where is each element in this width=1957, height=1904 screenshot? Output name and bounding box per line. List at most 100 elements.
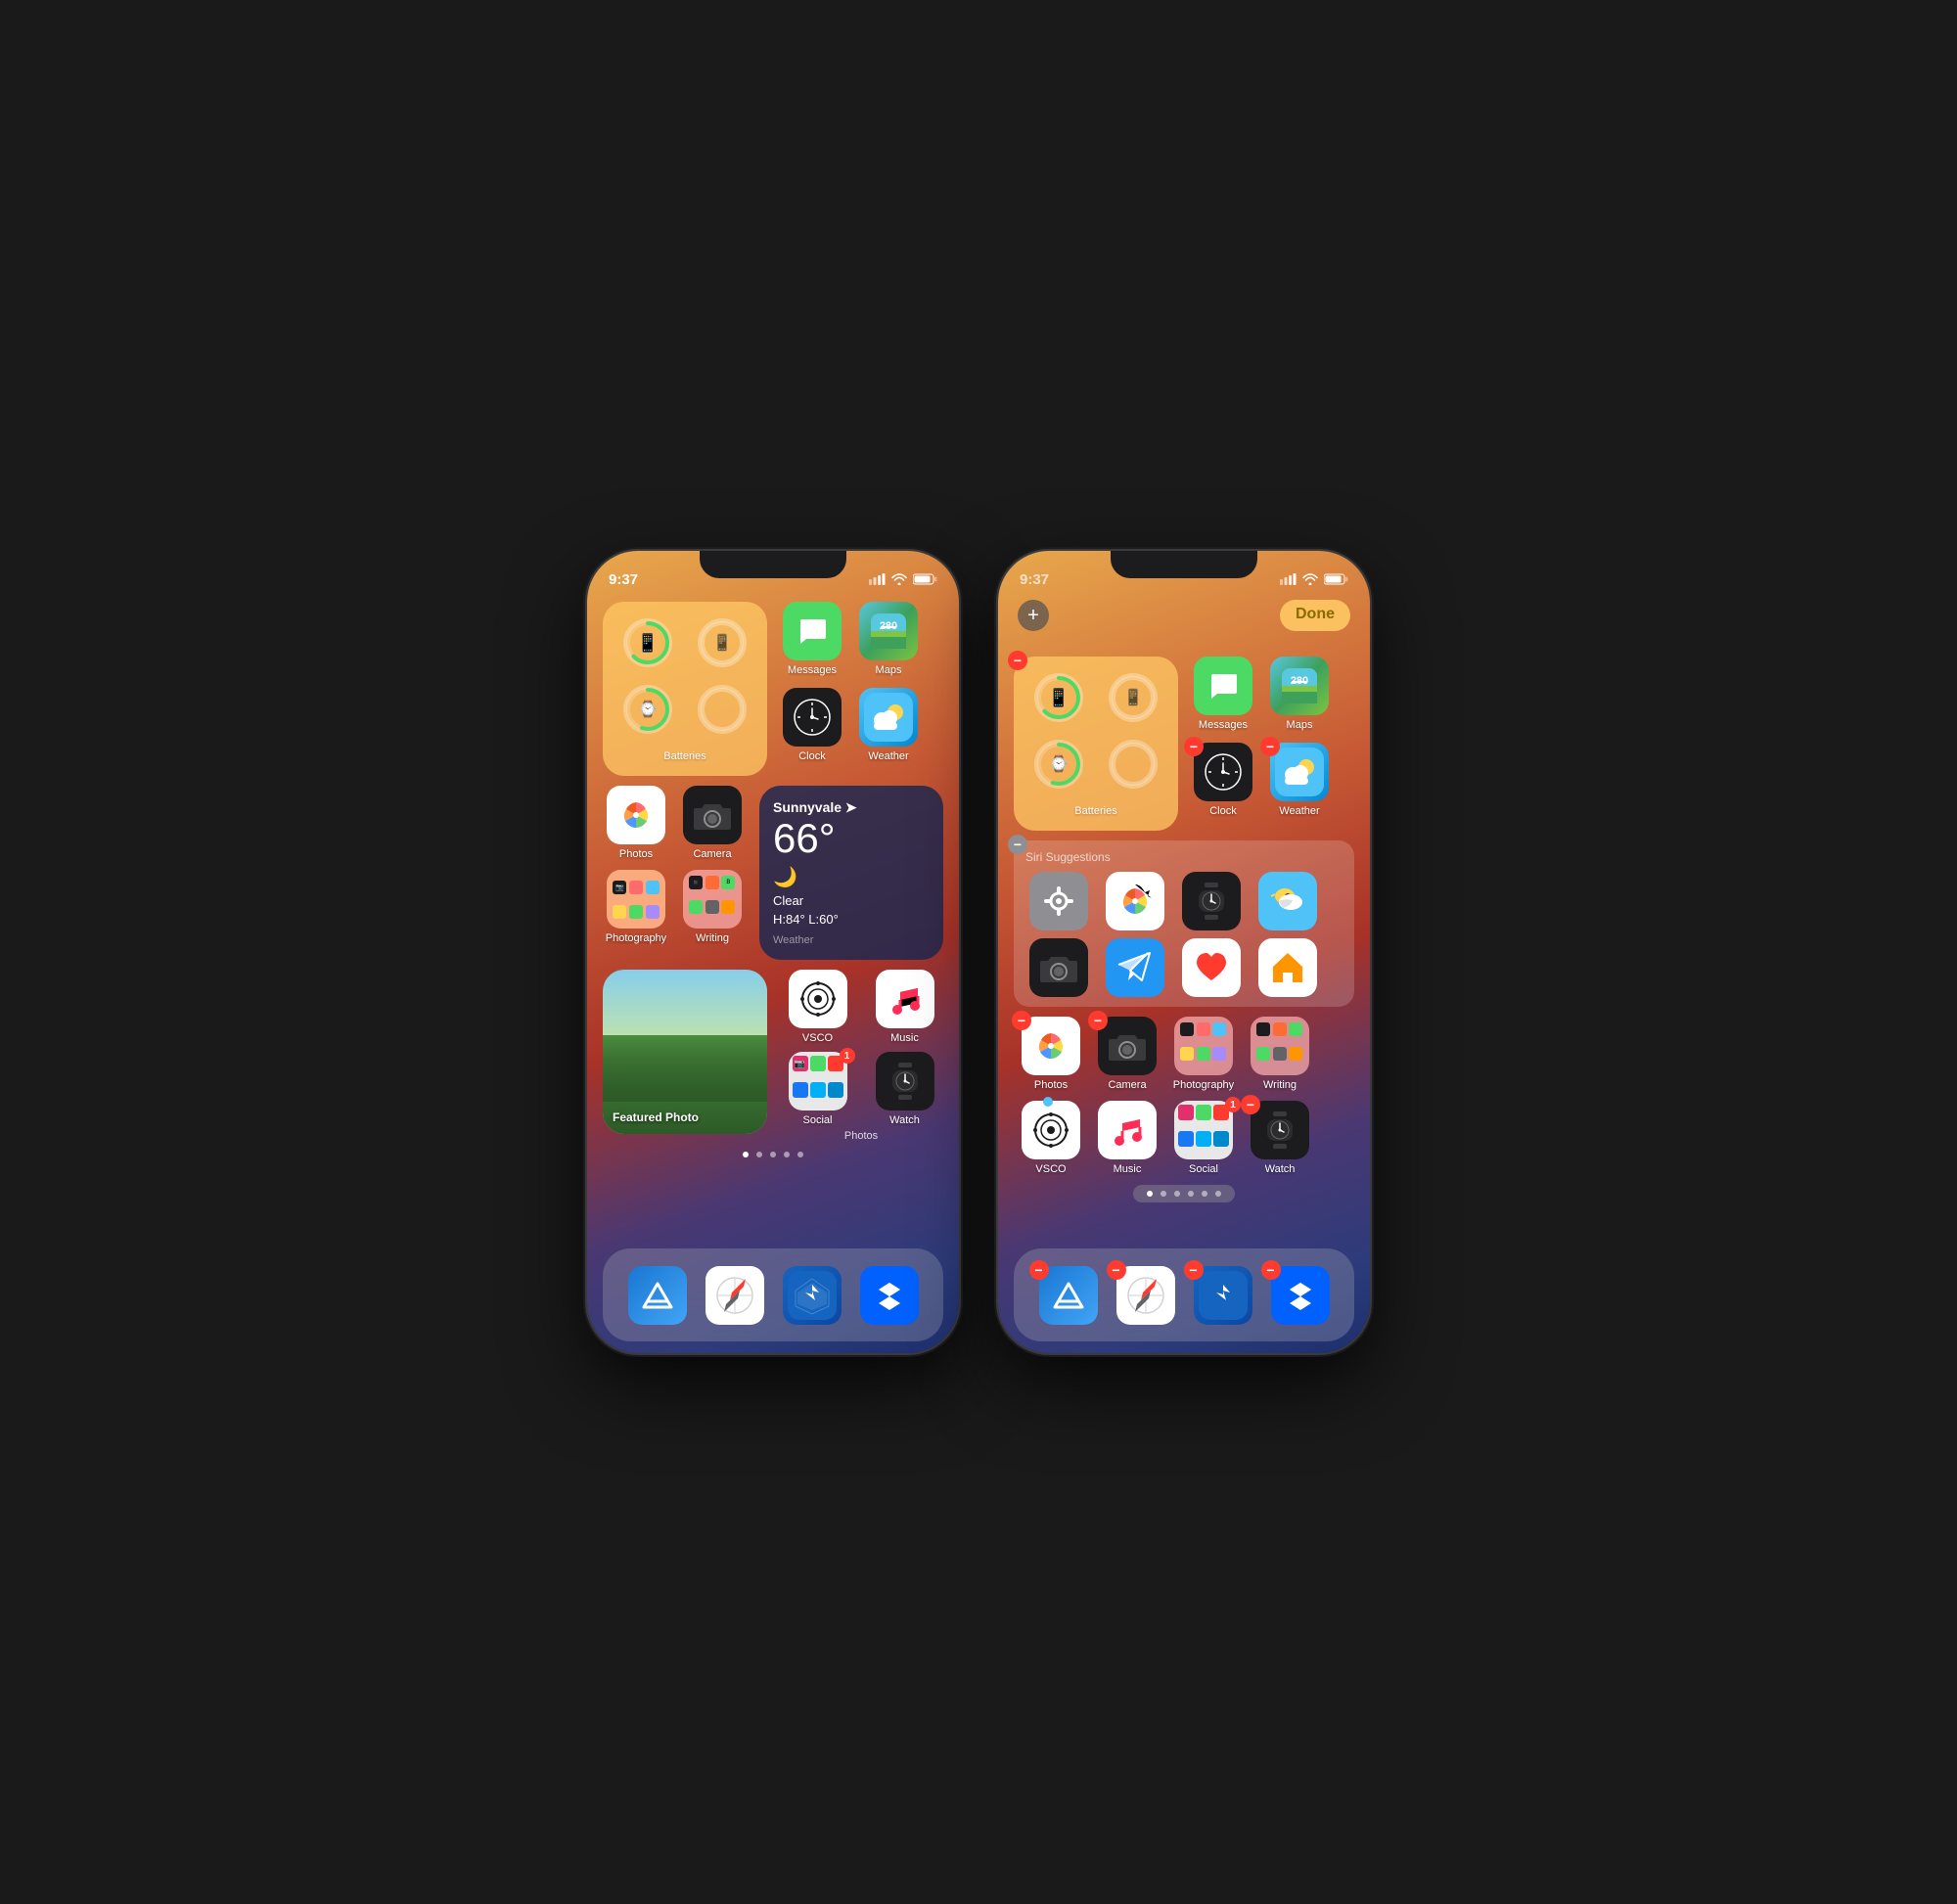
rdot-1 (1147, 1191, 1153, 1197)
batteries-label-right: Batteries (1025, 801, 1166, 819)
social-badge-right: 1 (1225, 1097, 1241, 1112)
social-label: Social (803, 1114, 833, 1126)
delete-appstore[interactable]: − (1029, 1260, 1049, 1280)
settings-siri[interactable] (1025, 872, 1092, 930)
social-app-right[interactable]: 1 Social (1170, 1101, 1237, 1175)
home-siri[interactable] (1254, 938, 1321, 997)
spark-dock-right[interactable]: − (1190, 1266, 1256, 1325)
photography-app[interactable]: 📷 Photography (603, 870, 669, 944)
music-app[interactable]: Music (872, 970, 938, 1044)
photos-icon-right (1022, 1017, 1080, 1075)
siri-apps-row (1025, 872, 1343, 930)
vsco-label-right: VSCO (1035, 1163, 1066, 1175)
delete-siri[interactable]: − (1008, 835, 1027, 854)
messages-icon (783, 602, 842, 660)
wifi-icon-right (1302, 573, 1318, 588)
battery-watch: ⌚ (614, 680, 681, 739)
page-dots-container-right (1014, 1185, 1354, 1202)
maps-app[interactable]: 280 Maps (855, 602, 922, 676)
camera-app[interactable]: Camera (679, 786, 746, 860)
photography-label: Photography (606, 932, 666, 944)
signal-icon (869, 573, 886, 588)
delete-photos[interactable]: − (1012, 1011, 1031, 1030)
writing-label: Writing (696, 932, 729, 944)
right-apps-row2: VSCO Music (1014, 1101, 1354, 1175)
camera-siri[interactable] (1025, 938, 1092, 997)
delete-clock[interactable]: − (1184, 737, 1204, 756)
appstore-dock[interactable] (624, 1266, 691, 1325)
battery-phone: 📱 (614, 613, 681, 672)
delete-camera[interactable]: − (1088, 1011, 1108, 1030)
dock-left (603, 1248, 943, 1341)
status-icons-right (1280, 573, 1348, 588)
vsco-app-right[interactable]: VSCO (1018, 1101, 1084, 1175)
social-watch-row: 1 📷 Soci (779, 1052, 943, 1126)
battery-circle-empty2-right (1109, 740, 1158, 789)
music-app-right[interactable]: Music (1094, 1101, 1161, 1175)
clock-app-right[interactable]: − (1190, 743, 1256, 817)
spark-icon (783, 1266, 842, 1325)
status-time-right: 9:37 (1020, 571, 1049, 588)
delete-watch[interactable]: − (1241, 1095, 1260, 1114)
battery-circle-phone: 📱 (623, 618, 672, 667)
watch-app[interactable]: Watch (872, 1052, 938, 1126)
safari-dock[interactable] (702, 1266, 768, 1325)
spark-dock[interactable] (779, 1266, 845, 1325)
clock-app[interactable]: Clock (779, 688, 845, 762)
watch-icon-right (1251, 1101, 1309, 1159)
messages-app-right[interactable]: Messages (1190, 657, 1256, 731)
row3: Featured Photo (603, 970, 943, 1142)
dropbox-dock-right[interactable]: − (1267, 1266, 1334, 1325)
vsco-app[interactable]: VSCO (785, 970, 851, 1044)
weather-widget[interactable]: Sunnyvale ➤ 66° 🌙 Clear H:84° L:60° Weat… (759, 786, 943, 960)
maps-app-right[interactable]: 280 Maps (1266, 657, 1333, 731)
bottom-apps-row1: Clock (779, 688, 922, 762)
rdot-2 (1161, 1191, 1166, 1197)
social-app[interactable]: 1 📷 Soci (785, 1052, 851, 1126)
top-apps-row-right: Messages 280 (1190, 657, 1333, 731)
watchface-siri[interactable] (1178, 872, 1245, 930)
writing-app-right[interactable]: Writing (1247, 1017, 1313, 1091)
social-label-right: Social (1189, 1163, 1218, 1175)
delete-weather[interactable]: − (1260, 737, 1280, 756)
photography-app-right[interactable]: Photography (1170, 1017, 1237, 1091)
done-button[interactable]: Done (1280, 600, 1350, 631)
add-widget-button[interactable]: + (1018, 600, 1049, 631)
folders-row: 📷 Photography (603, 870, 748, 944)
messages-app[interactable]: Messages (779, 602, 845, 676)
featured-photo-widget[interactable]: Featured Photo (603, 970, 767, 1134)
writing-label-right: Writing (1263, 1079, 1297, 1091)
maps-label: Maps (876, 664, 902, 676)
watch-app-right[interactable]: − Watch (1247, 1101, 1313, 1175)
weather-app[interactable]: Weather (855, 688, 922, 762)
health-siri[interactable] (1178, 938, 1245, 997)
weather-hl: H:84° L:60° (773, 912, 930, 927)
appstore-dock-right[interactable]: − (1035, 1266, 1102, 1325)
dropbox-dock[interactable] (856, 1266, 923, 1325)
telegram-siri[interactable] (1102, 938, 1168, 997)
rdot-4 (1188, 1191, 1194, 1197)
writing-icon: ◾ B (683, 870, 742, 929)
batteries-widget-right[interactable]: 📱 📱 ⌚ (1014, 657, 1178, 831)
photos-app[interactable]: Photos (603, 786, 669, 860)
safari-dock-right[interactable]: − (1113, 1266, 1179, 1325)
delete-dropbox[interactable]: − (1261, 1260, 1281, 1280)
batteries-widget[interactable]: 📱 📱 ⌚ (603, 602, 767, 776)
clock-icon (783, 688, 842, 747)
messages-label: Messages (788, 664, 837, 676)
writing-app[interactable]: ◾ B Writing (679, 870, 746, 944)
twitterrific-siri[interactable] (1254, 872, 1321, 930)
battery-icon (913, 573, 937, 588)
photos-app-right[interactable]: − Photos (1018, 1017, 1084, 1091)
battery-empty: 📱 (689, 613, 755, 672)
delete-batteries[interactable]: − (1008, 651, 1027, 670)
photos-icon-siri (1106, 872, 1164, 930)
page-dots-left (603, 1152, 943, 1157)
delete-safari[interactable]: − (1107, 1260, 1126, 1280)
camera-app-right[interactable]: − Camera (1094, 1017, 1161, 1091)
status-icons-left (869, 573, 937, 588)
photos-siri[interactable] (1102, 872, 1168, 930)
delete-spark[interactable]: − (1184, 1260, 1204, 1280)
weather-app-right[interactable]: − Weather (1266, 743, 1333, 817)
watch-icon (876, 1052, 934, 1111)
